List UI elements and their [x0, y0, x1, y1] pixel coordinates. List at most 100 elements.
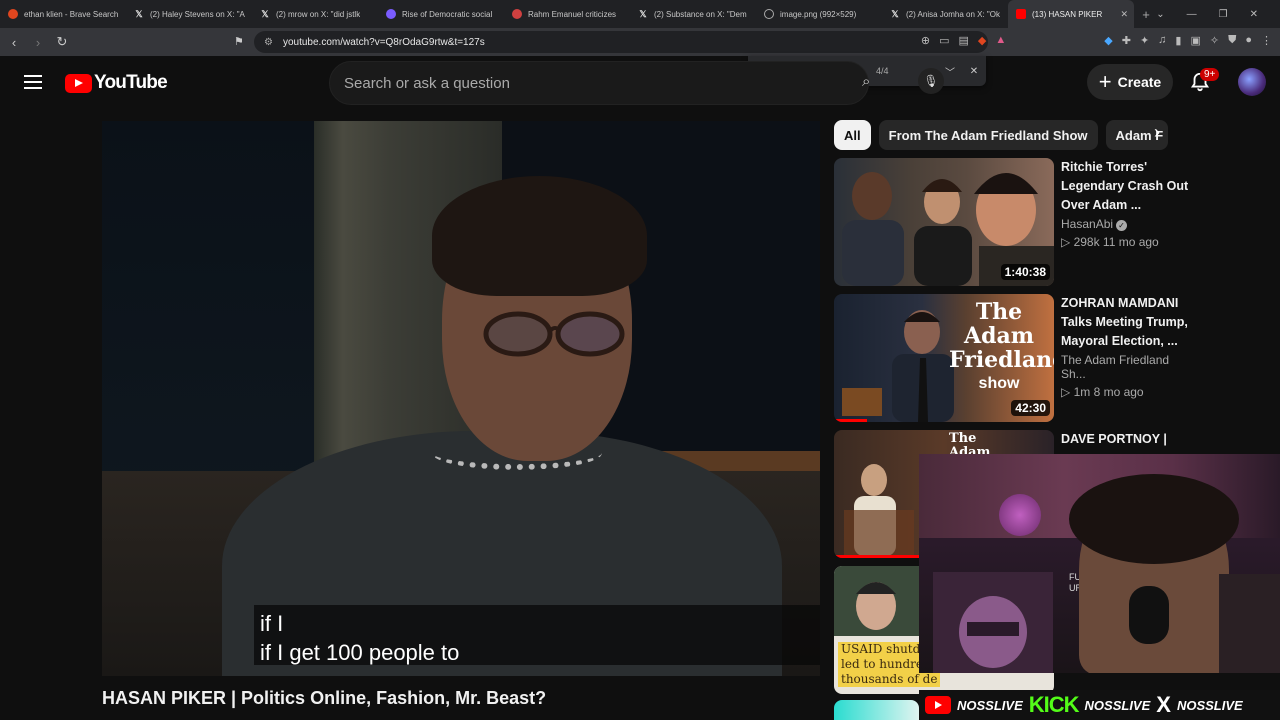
chevron-right-icon[interactable]: ›: [1154, 122, 1160, 143]
webcam-poster: [933, 572, 1053, 673]
close-tab-icon[interactable]: ✕: [1120, 9, 1128, 20]
thumbnail-text-line: show: [978, 375, 1020, 392]
search-input[interactable]: Search or ask a question: [329, 61, 869, 105]
rewards-icon[interactable]: ▲: [995, 34, 1006, 47]
video-title[interactable]: Ritchie Torres' Legendary Crash Out Over…: [1061, 158, 1191, 215]
window-controls: ⌄ — ❐ ✕: [1156, 0, 1280, 28]
video-thumbnail[interactable]: The Adam Friedland show 42:30: [834, 294, 1054, 422]
channel-name[interactable]: The Adam Friedland Sh...: [1061, 353, 1191, 381]
caption-line: if I get 100 people to: [260, 640, 460, 665]
video-meta: Ritchie Torres' Legendary Crash Out Over…: [1061, 158, 1191, 249]
browser-tab[interactable]: 𝕏 (2) Haley Stevens on X: "A: [126, 0, 252, 28]
poster-art: [959, 596, 1027, 668]
tab-title: Rahm Emanuel criticizes: [528, 9, 617, 19]
account-avatar[interactable]: [1238, 68, 1266, 96]
browser-tab[interactable]: ethan klien - Brave Search: [0, 0, 126, 28]
news-icon: [512, 9, 522, 19]
x-logo-icon: X: [1156, 692, 1171, 717]
tab-title: ethan klien - Brave Search: [24, 9, 119, 19]
reload-icon[interactable]: ↻: [52, 34, 72, 50]
video-thumbnail[interactable]: 1:40:38: [834, 158, 1054, 286]
menu-icon[interactable]: ⋮: [1261, 34, 1272, 47]
vpn-icon[interactable]: ⛊: [1228, 34, 1236, 47]
extension-icon[interactable]: ✚: [1122, 34, 1131, 47]
minimize-icon[interactable]: —: [1187, 9, 1197, 20]
reader-icon[interactable]: ▤: [958, 34, 968, 47]
maximize-icon[interactable]: ❐: [1219, 9, 1228, 20]
profile-icon[interactable]: ●: [1245, 34, 1252, 47]
browser-tab[interactable]: 𝕏 (2) Substance on X: "Dem: [630, 0, 756, 28]
browser-tab[interactable]: 𝕏 (2) mrow on X: "did jstlk: [252, 0, 378, 28]
site-settings-icon[interactable]: ⚙: [264, 37, 273, 48]
microphone: [1129, 586, 1169, 644]
zoom-icon[interactable]: ⊕: [921, 34, 930, 47]
tab-title: (13) HASAN PIKER: [1032, 9, 1103, 19]
forward-icon[interactable]: ›: [28, 35, 48, 50]
tab-title: (2) Anisa Jomha on X: "Ok: [906, 9, 1000, 19]
cast-icon[interactable]: ▭: [939, 34, 949, 47]
x-logo-icon: 𝕏: [639, 8, 647, 19]
webcam-background: [999, 494, 1041, 536]
brave-shield-icon[interactable]: ◆: [978, 34, 986, 47]
webcam-background: [1219, 574, 1280, 673]
video-player[interactable]: if I if I get 100 people to: [102, 121, 820, 676]
music-icon[interactable]: ♫: [1158, 34, 1166, 47]
search-icon[interactable]: ⌕: [862, 73, 870, 90]
news-icon: [386, 9, 396, 19]
close-window-icon[interactable]: ✕: [1250, 9, 1258, 20]
video-subject: [483, 311, 625, 357]
wallet-icon[interactable]: ◆: [1104, 34, 1112, 47]
chip-from-channel[interactable]: From The Adam Friedland Show: [878, 120, 1098, 150]
x-handle: NOSSLIVE: [1176, 697, 1243, 713]
tab-list-icon[interactable]: ⌄: [1156, 9, 1164, 20]
new-tab-button[interactable]: +: [1134, 7, 1158, 22]
recommendation-item[interactable]: The Adam Friedland show 42:30 ZOHRAN MAM…: [834, 294, 1274, 424]
channel-name[interactable]: HasanAbi ✓: [1061, 217, 1191, 231]
sidebar-icon[interactable]: ▮: [1175, 34, 1181, 47]
browser-tab[interactable]: image.png (992×529): [756, 0, 882, 28]
stream-social-bar: NOSSLIVE KICK NOSSLIVE X NOSSLIVE: [919, 690, 1280, 720]
thumbnail-text-line: thousands of de: [841, 672, 938, 686]
video-meta: DAVE PORTNOY |: [1061, 430, 1191, 449]
youtube-logo-icon: [925, 696, 951, 714]
menu-icon[interactable]: [24, 75, 42, 89]
caption-line: if I: [260, 611, 284, 636]
browser-tab[interactable]: Rahm Emanuel criticizes: [504, 0, 630, 28]
kick-logo-icon: KICK: [1028, 692, 1080, 717]
back-icon[interactable]: ‹: [4, 35, 24, 50]
video-stats: ▷ 1m 8 mo ago: [1061, 385, 1144, 399]
browser-tab[interactable]: Rise of Democratic social: [378, 0, 504, 28]
bookmark-icon[interactable]: ⚑: [234, 35, 244, 48]
puzzle-icon[interactable]: ✦: [1140, 34, 1149, 47]
microphone-icon[interactable]: 🎙: [918, 68, 944, 94]
x-logo-icon: 𝕏: [261, 8, 269, 19]
url-text: youtube.com/watch?v=Q8rOdaG9rtw&t=127s: [282, 36, 485, 48]
browser-tab-active[interactable]: (13) HASAN PIKER ✕: [1008, 0, 1134, 28]
video-title[interactable]: ZOHRAN MAMDANI Talks Meeting Trump, Mayo…: [1061, 294, 1191, 351]
chip-all[interactable]: All: [834, 120, 871, 150]
tab-title: (2) Haley Stevens on X: "A: [150, 9, 245, 19]
browser-tab[interactable]: 𝕏 (2) Anisa Jomha on X: "Ok: [882, 0, 1008, 28]
video-subject: [432, 176, 647, 296]
filter-chips: All From The Adam Friedland Show Adam F: [834, 120, 1168, 150]
create-button[interactable]: + Create: [1087, 64, 1173, 100]
video-stats: ▷ 298k 11 mo ago: [1061, 235, 1159, 249]
video-title[interactable]: DAVE PORTNOY |: [1061, 430, 1191, 449]
thumbnail-text-line: The: [949, 431, 977, 446]
plus-icon: +: [1098, 69, 1112, 94]
recommendation-item[interactable]: 1:40:38 Ritchie Torres' Legendary Crash …: [834, 158, 1274, 288]
notification-badge: 9+: [1200, 68, 1220, 81]
wallet-icon[interactable]: ▣: [1190, 34, 1200, 47]
kick-handle: NOSSLIVE: [1084, 697, 1151, 713]
video-subject: [432, 436, 602, 470]
verified-badge-icon: ✓: [1116, 220, 1128, 231]
tab-title: (2) mrow on X: "did jstlk: [276, 9, 361, 19]
video-duration: 42:30: [1011, 400, 1050, 416]
webcam-overlay: FUT URE: [919, 454, 1280, 673]
brave-search-icon: [8, 9, 18, 19]
recommendation-thumbnail-partial[interactable]: [834, 700, 919, 720]
ai-icon[interactable]: ✧: [1210, 34, 1219, 47]
youtube-logo[interactable]: YouTube: [65, 72, 168, 94]
globe-icon: [764, 9, 774, 19]
address-bar[interactable]: ⚙ youtube.com/watch?v=Q8rOdaG9rtw&t=127s: [254, 31, 988, 53]
